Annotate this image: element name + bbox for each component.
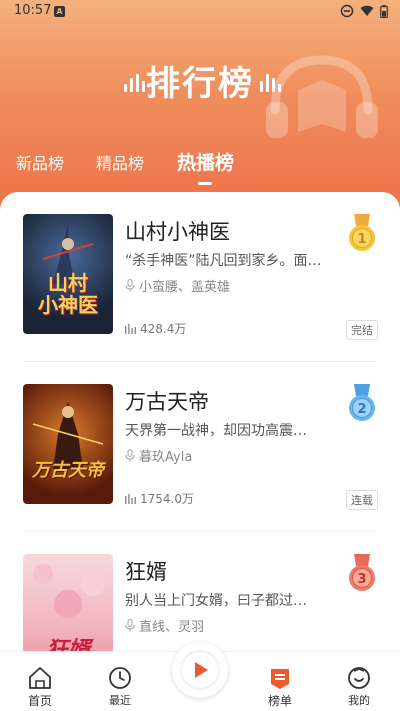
book-plays: 1754.0万 [125,490,194,507]
authors-text: 暮玖Ayla [139,450,193,465]
profile-icon [348,667,370,689]
bronze-medal-icon: 3 [349,554,375,591]
notification-a-icon: A [54,6,65,17]
tab-new[interactable]: 新品榜 [16,150,64,174]
battery-icon [380,4,388,18]
book-title[interactable]: 狂婿 [125,556,167,586]
wifi-icon [360,5,374,16]
play-count-bars-icon [125,493,136,504]
cover-title: 山村 小神医 [38,271,98,317]
nav-recent[interactable]: 最近 [90,666,150,708]
page-title: 排行榜 [146,64,254,104]
status-icons [340,4,388,18]
status-bar: 10:57 A [0,0,400,24]
book-authors: 小蛮腰、盖英雄 [125,276,230,295]
book-authors: 暮玖Ayla [125,446,192,465]
authors-text: 小蛮腰、盖英雄 [139,280,231,295]
book-plays: 428.4万 [125,320,186,337]
nav-ranking[interactable]: 榜单 [250,666,310,709]
svg-text:3: 3 [357,572,366,587]
ranking-icon [271,669,289,689]
nav-home[interactable]: 首页 [10,666,70,709]
svg-text:2: 2 [357,402,366,417]
book-list: 山村 小神医 山村小神医 “杀手神医”陆凡回到家乡。面… 小蛮腰、盖英雄 428… [0,192,400,652]
play-icon [195,662,208,678]
book-title[interactable]: 万古天帝 [125,386,209,416]
cover-title: 万古天帝 [32,460,104,481]
tab-hot[interactable]: 热播榜 [177,148,234,175]
book-cover[interactable]: 万古天帝 [23,384,113,504]
header-banner: 10:57 A 排行榜 新品榜 精品榜 热播榜 [0,0,400,215]
dnd-icon [340,4,354,18]
home-icon [29,667,51,689]
cover-art-icon [32,402,104,469]
nav-profile[interactable]: 我的 [329,666,389,708]
microphone-icon [125,449,135,462]
book-description: “杀手神医”陆凡回到家乡。面… [125,253,322,269]
status-badge: 连载 [346,490,378,510]
microphone-icon [125,279,135,292]
book-cover[interactable]: 山村 小神医 [23,214,113,334]
silver-medal-icon: 2 [349,384,375,421]
book-item[interactable]: 万古天帝 万古天帝 天界第一战神，却因功高震… 暮玖Ayla 1754.0万 连… [0,362,400,532]
book-title[interactable]: 山村小神医 [125,216,230,246]
tab-premium[interactable]: 精品榜 [96,150,144,174]
book-authors: 直线、灵羽 [125,616,204,635]
microphone-icon [125,619,135,632]
book-description: 别人当上门女婿，曰子都过… [125,593,307,609]
authors-text: 直线、灵羽 [139,620,205,635]
status-badge: 完结 [346,320,378,340]
book-cover[interactable]: 狂婿 [23,554,113,652]
plays-count: 1754.0万 [140,492,194,506]
book-description: 天界第一战神，却因功高震… [125,423,307,439]
equalizer-right-icon [260,74,281,92]
svg-text:1: 1 [357,232,366,247]
active-tab-indicator [198,182,212,185]
cover-title: 狂婿 [45,638,90,652]
player-ring [180,650,220,690]
clock-icon [109,667,131,689]
plays-count: 428.4万 [140,322,187,336]
gold-medal-icon: 1 [349,214,375,251]
player-button[interactable] [172,642,228,698]
book-item[interactable]: 狂婿 狂婿 别人当上门女婿，曰子都过… 直线、灵羽 3 [0,532,400,652]
play-count-bars-icon [125,323,136,334]
book-item[interactable]: 山村 小神医 山村小神医 “杀手神医”陆凡回到家乡。面… 小蛮腰、盖英雄 428… [0,192,400,362]
status-time: 10:57 [14,3,52,18]
